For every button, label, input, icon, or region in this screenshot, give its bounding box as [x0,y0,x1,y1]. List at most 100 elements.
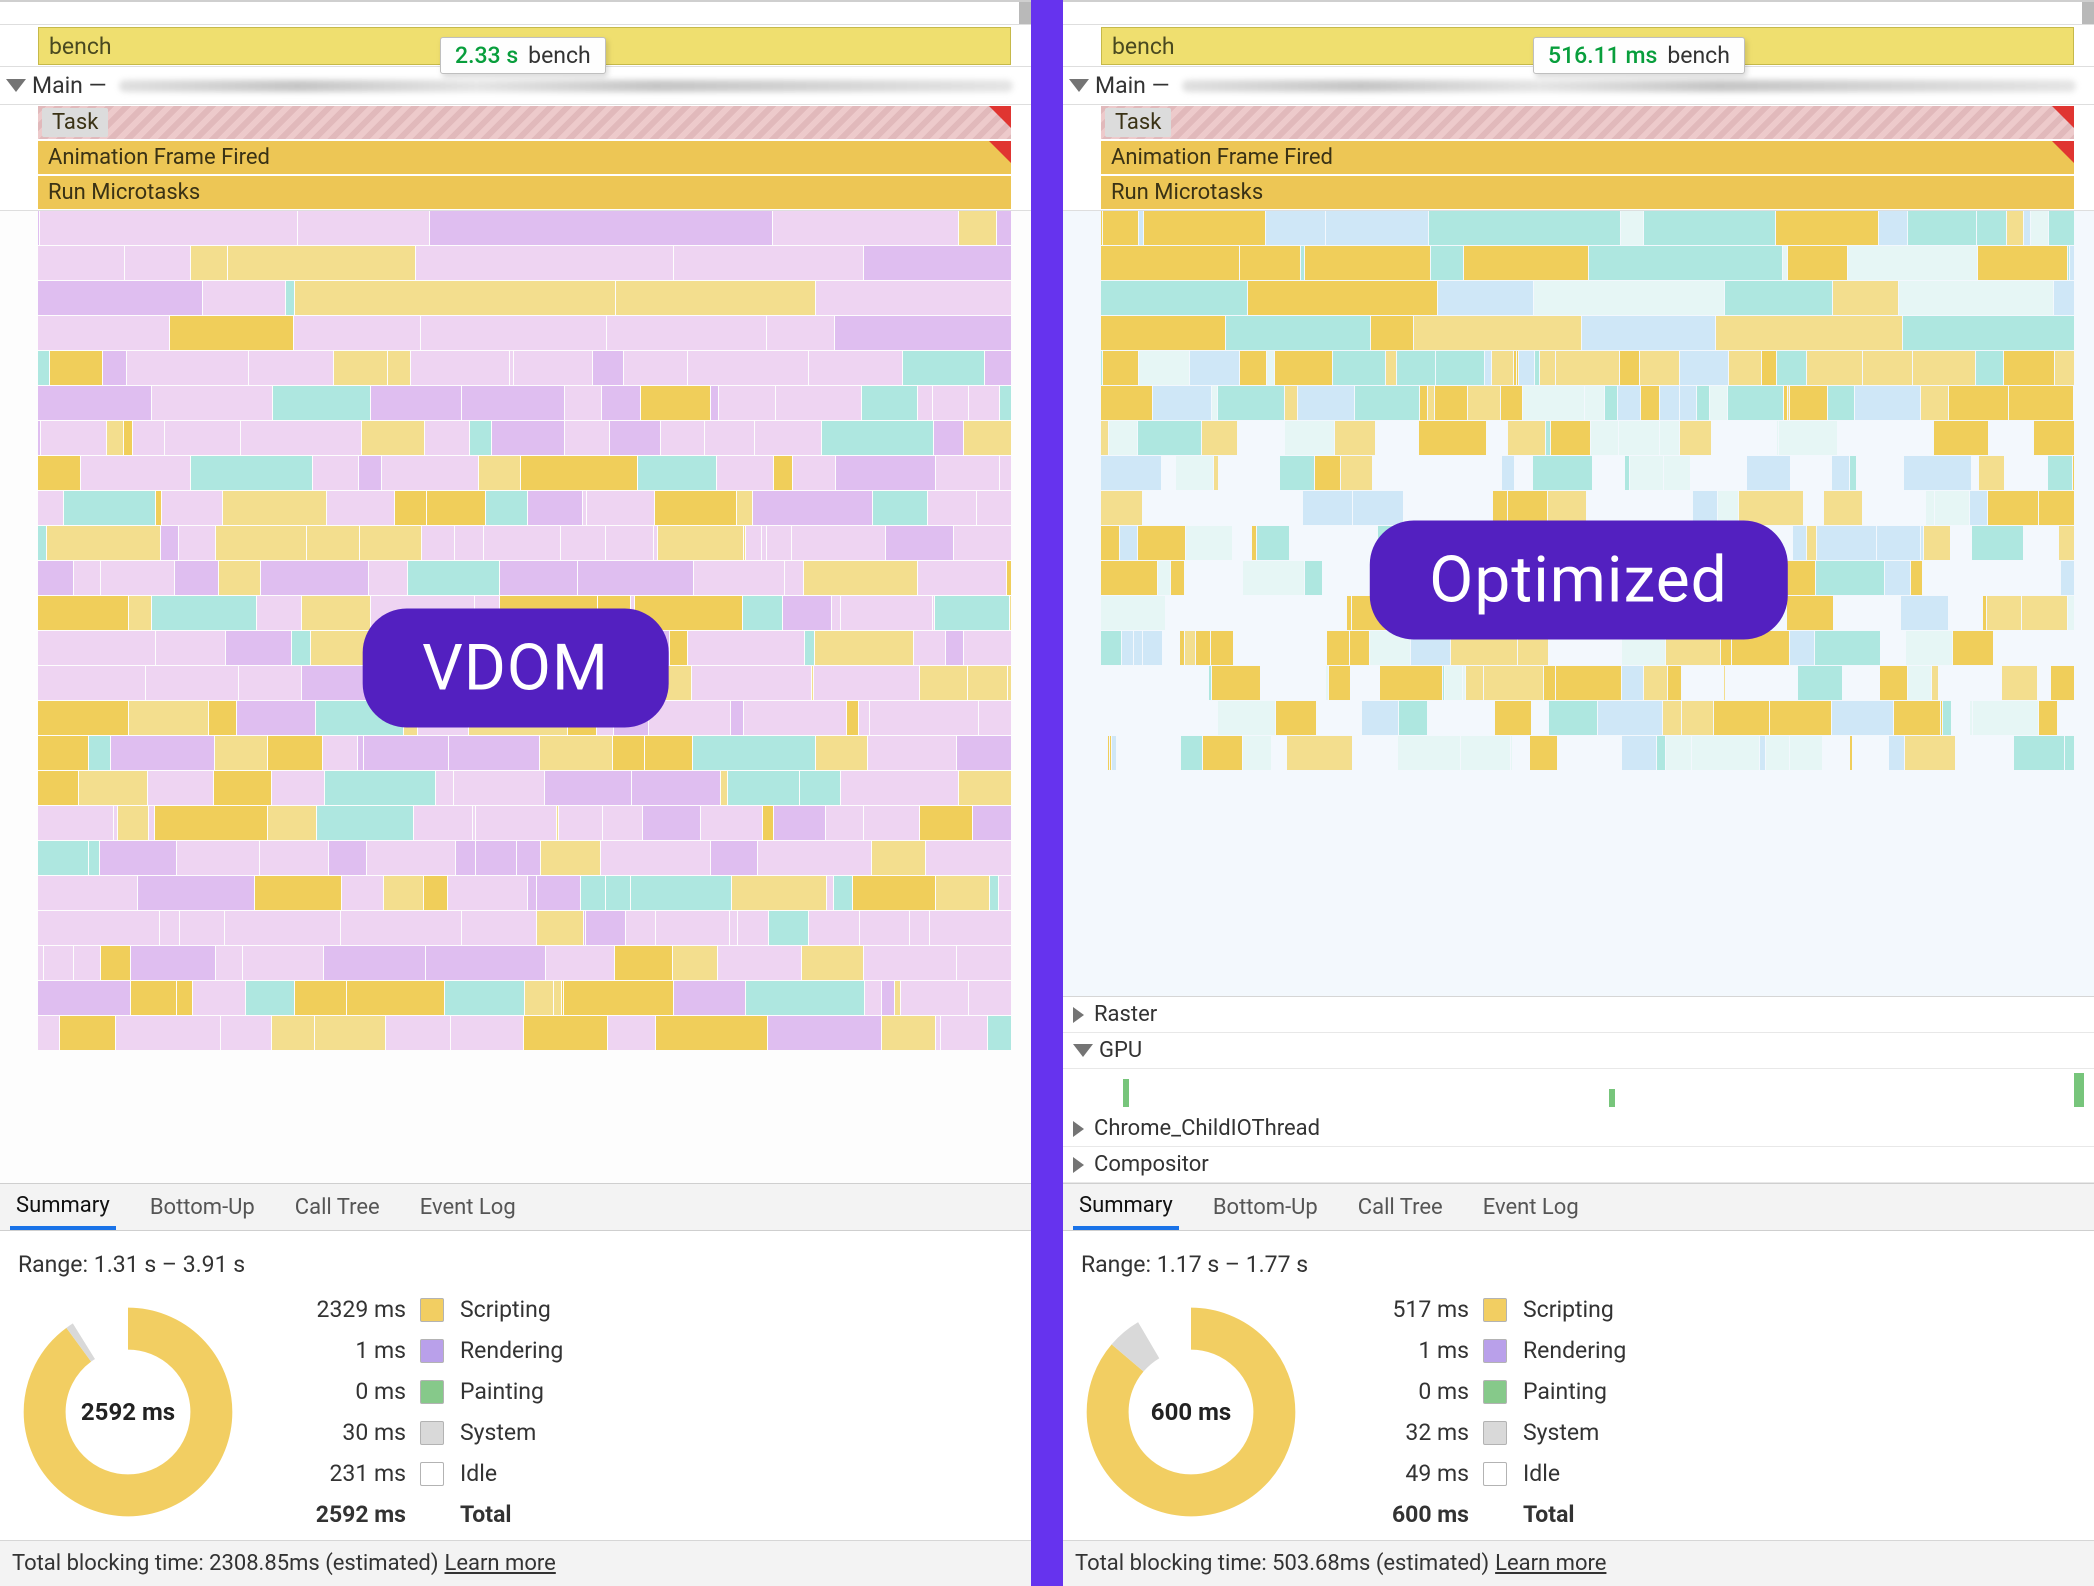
gpu-tick [1609,1089,1615,1107]
disclosure-triangle-icon[interactable] [1073,1044,1093,1057]
swatch-painting [1483,1380,1507,1404]
tab-summary[interactable]: Summary [1073,1184,1179,1230]
footer-text: Total blocking time: 503.68ms (estimated… [1075,1551,1489,1576]
rm-label: Run Microtasks [48,180,200,205]
main-thread-row[interactable]: Main — 2.33 s bench [0,67,1031,105]
task-row[interactable]: Task [1063,105,2094,140]
legend-painting: Painting [1523,1378,1626,1405]
blocking-time-footer: Total blocking time: 2308.85ms (estimate… [0,1540,1031,1586]
event-bars: Task Animation Frame Fired Run Microtask… [0,105,1031,211]
main-label: Main — [1095,72,1170,99]
pane-vdom: bench Main — 2.33 s bench Task Animation… [0,0,1031,1586]
thread-compositor[interactable]: Compositor [1063,1147,2094,1183]
summary-donut: 600 ms [1081,1302,1301,1522]
disclosure-triangle-icon[interactable] [6,79,26,92]
summary-panel: Range: 1.17 s – 1.77 s 600 ms 517 msScri… [1063,1231,2094,1540]
tooltip-label: bench [528,42,591,69]
timeline-ruler[interactable] [0,0,1031,25]
tab-event-log[interactable]: Event Log [414,1184,522,1230]
long-task-warning-icon [989,141,1011,163]
flame-chart[interactable]: VDOM [0,211,1031,1183]
chevron-right-icon[interactable] [1073,1157,1084,1173]
main-thread-row[interactable]: Main — 516.11 ms bench [1063,67,2094,105]
af-label: Animation Frame Fired [48,145,270,170]
summary-donut: 2592 ms [18,1302,238,1522]
pane-optimized: bench Main — 516.11 ms bench Task Animat… [1063,0,2094,1586]
bench-label: bench [49,33,112,60]
legend-rendering: Rendering [460,1337,563,1364]
legend-scripting: Scripting [460,1296,563,1323]
swatch-system [1483,1421,1507,1445]
legend-idle: Idle [1523,1460,1626,1487]
main-url-blur [1182,80,2076,92]
thread-childio[interactable]: Chrome_ChildIOThread [1063,1111,2094,1147]
summary-legend: 517 msScripting 1 msRendering 0 msPainti… [1339,1296,1626,1528]
rm-label: Run Microtasks [1111,180,1263,205]
tab-call-tree[interactable]: Call Tree [289,1184,386,1230]
task-label: Task [42,108,108,137]
footer-text: Total blocking time: 2308.85ms (estimate… [12,1551,438,1576]
tab-summary[interactable]: Summary [10,1184,116,1230]
swatch-scripting [1483,1298,1507,1322]
legend-system-ms: 30 ms [276,1419,406,1446]
legend-rendering-ms: 1 ms [1339,1337,1469,1364]
thread-gpu-label: GPU [1099,1038,1142,1063]
chevron-right-icon[interactable] [1073,1007,1084,1023]
timeline-ruler[interactable] [1063,0,2094,25]
swatch-painting [420,1380,444,1404]
summary-range: Range: 1.17 s – 1.77 s [1081,1251,2076,1278]
tab-call-tree[interactable]: Call Tree [1352,1184,1449,1230]
thread-childio-label: Chrome_ChildIOThread [1094,1116,1320,1141]
event-bars: Task Animation Frame Fired Run Microtask… [1063,105,2094,211]
legend-scripting-ms: 517 ms [1339,1296,1469,1323]
tab-bottom-up[interactable]: Bottom-Up [144,1184,261,1230]
main-label: Main — [32,72,107,99]
task-label: Task [1105,108,1171,137]
run-microtasks-row[interactable]: Run Microtasks [0,175,1031,210]
legend-rendering: Rendering [1523,1337,1626,1364]
legend-painting-ms: 0 ms [276,1378,406,1405]
timing-tooltip: 2.33 s bench [440,37,606,74]
main-url-blur [119,80,1013,92]
swatch-scripting [420,1298,444,1322]
gpu-tick [2074,1073,2084,1107]
legend-painting: Painting [460,1378,563,1405]
thread-compositor-label: Compositor [1094,1152,1209,1177]
legend-system-ms: 32 ms [1339,1419,1469,1446]
swatch-idle [1483,1462,1507,1486]
detail-tabs: Summary Bottom-Up Call Tree Event Log [0,1183,1031,1231]
blocking-time-footer: Total blocking time: 503.68ms (estimated… [1063,1540,2094,1586]
tooltip-time: 2.33 s [455,42,518,69]
chevron-right-icon[interactable] [1073,1121,1084,1137]
legend-total: Total [460,1501,563,1528]
tooltip-time: 516.11 ms [1548,42,1657,69]
thread-rows: Raster GPU Chrome_ChildIOThread Composit… [1063,996,2094,1183]
legend-painting-ms: 0 ms [1339,1378,1469,1405]
thread-raster-label: Raster [1094,1002,1157,1027]
learn-more-link[interactable]: Learn more [444,1551,555,1576]
overlay-pill-vdom: VDOM [362,608,669,727]
legend-system: System [460,1419,563,1446]
long-task-warning-icon [2052,106,2074,128]
swatch-system [420,1421,444,1445]
legend-scripting-ms: 2329 ms [276,1296,406,1323]
comparison-divider [1031,0,1063,1586]
learn-more-link[interactable]: Learn more [1495,1551,1606,1576]
animation-frame-row[interactable]: Animation Frame Fired [0,140,1031,175]
thread-gpu[interactable]: GPU [1063,1033,2094,1069]
legend-rendering-ms: 1 ms [276,1337,406,1364]
legend-total: Total [1523,1501,1626,1528]
animation-frame-row[interactable]: Animation Frame Fired [1063,140,2094,175]
run-microtasks-row[interactable]: Run Microtasks [1063,175,2094,210]
tab-event-log[interactable]: Event Log [1477,1184,1585,1230]
tab-bottom-up[interactable]: Bottom-Up [1207,1184,1324,1230]
task-row[interactable]: Task [0,105,1031,140]
flame-chart[interactable]: Optimized [1063,211,2094,996]
disclosure-triangle-icon[interactable] [1069,79,1089,92]
swatch-rendering [1483,1339,1507,1363]
thread-raster[interactable]: Raster [1063,997,2094,1033]
long-task-warning-icon [989,106,1011,128]
comparison-app: bench Main — 2.33 s bench Task Animation… [0,0,2094,1586]
donut-total: 600 ms [1081,1302,1301,1522]
summary-panel: Range: 1.31 s – 3.91 s 2592 ms 2329 msSc… [0,1231,1031,1540]
